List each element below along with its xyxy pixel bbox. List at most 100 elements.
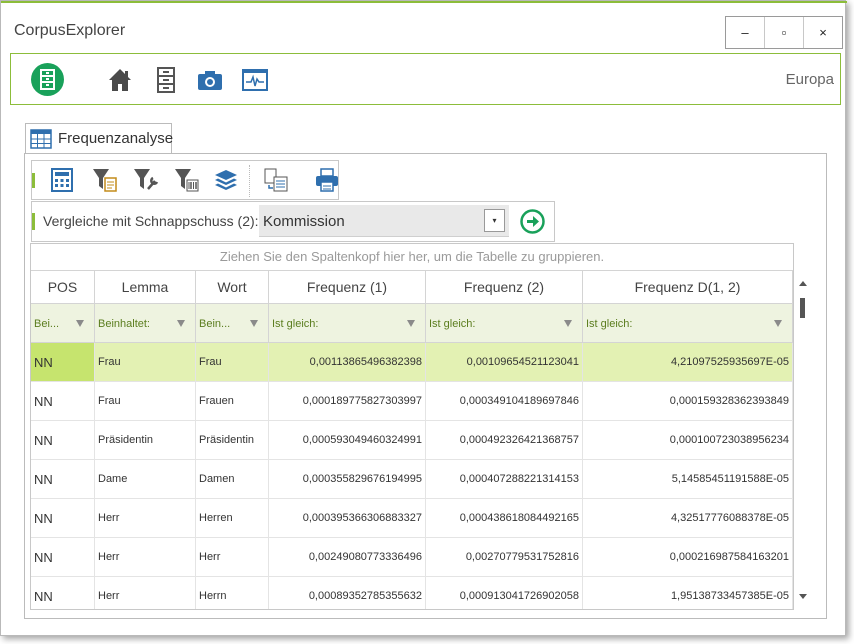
table-row[interactable]: NN Herr Herr 0,00249080773336496 0,00270… (31, 538, 793, 577)
cell-frequenz-d[interactable]: 1,95138733457385E-05 (583, 577, 793, 609)
cell-frequenz-1[interactable]: 0,00113865496382398 (269, 343, 426, 382)
filter-cell-frequenz-d[interactable]: Ist gleich: (583, 304, 793, 343)
group-drop-hint: Ziehen Sie den Spaltenkopf hier her, um … (219, 249, 605, 264)
toolbar-accent (32, 173, 35, 188)
cell-frequenz-d[interactable]: 0,000159328362393849 (583, 382, 793, 421)
corpus-name: Europa (785, 71, 834, 88)
layers-icon[interactable] (213, 167, 237, 193)
cell-wort[interactable]: Frau (196, 343, 269, 382)
monitor-icon[interactable] (242, 67, 268, 93)
cell-frequenz-2[interactable]: 0,00270779531752816 (426, 538, 583, 577)
cell-wort[interactable]: Herren (196, 499, 269, 538)
cell-pos[interactable]: NN (31, 460, 95, 499)
filter-clipboard-icon[interactable] (92, 167, 117, 193)
table-row[interactable]: NN Dame Damen 0,000355829676194995 0,000… (31, 460, 793, 499)
camera-icon[interactable] (197, 67, 223, 93)
scroll-down-icon[interactable] (799, 594, 807, 599)
filter-barcode-icon[interactable] (174, 167, 199, 193)
filter-cell-frequenz-2[interactable]: Ist gleich: (426, 304, 583, 343)
cell-frequenz-2[interactable]: 0,00109654521123041 (426, 343, 583, 382)
cell-frequenz-1[interactable]: 0,00089352785355632 (269, 577, 426, 609)
filter-cell-lemma[interactable]: Beinhaltet: (95, 304, 196, 343)
column-header-wort[interactable]: Wort (196, 270, 269, 304)
filter-funnel-icon[interactable] (407, 320, 415, 327)
filter-funnel-icon[interactable] (76, 320, 84, 327)
cell-frequenz-1[interactable]: 0,000593049460324991 (269, 421, 426, 460)
filter-cell-wort[interactable]: Bein... (196, 304, 269, 343)
calculator-icon[interactable] (50, 167, 74, 193)
cell-frequenz-d[interactable]: 0,000100723038956234 (583, 421, 793, 460)
cell-frequenz-2[interactable]: 0,000492326421368757 (426, 421, 583, 460)
maximize-button[interactable]: ▫ (764, 17, 803, 48)
table-row[interactable]: NN Herr Herren 0,000395366306883327 0,00… (31, 499, 793, 538)
filter-cell-pos[interactable]: Bei... (31, 304, 95, 343)
column-header-frequenz-2[interactable]: Frequenz (2) (426, 270, 583, 304)
column-header-lemma[interactable]: Lemma (95, 270, 196, 304)
cell-pos[interactable]: NN (31, 577, 95, 609)
scroll-up-icon[interactable] (799, 281, 807, 286)
print-icon[interactable] (314, 167, 338, 193)
snapshot-select[interactable]: Kommission ▾ (259, 205, 509, 237)
export-copy-icon[interactable] (263, 167, 288, 193)
filter-funnel-icon[interactable] (250, 320, 258, 327)
cell-frequenz-d[interactable]: 4,21097525935697E-05 (583, 343, 793, 382)
cell-pos[interactable]: NN (31, 382, 95, 421)
cell-lemma[interactable]: Herr (95, 499, 196, 538)
cell-lemma[interactable]: Frau (95, 382, 196, 421)
column-header-pos[interactable]: POS (31, 270, 95, 304)
frequency-table: Ziehen Sie den Spaltenkopf hier her, um … (30, 243, 794, 610)
filter-funnel-icon[interactable] (564, 320, 572, 327)
cell-pos[interactable]: NN (31, 499, 95, 538)
chevron-down-icon[interactable]: ▾ (484, 209, 505, 232)
close-button[interactable]: × (803, 17, 842, 48)
column-header-frequenz-d[interactable]: Frequenz D(1, 2) (583, 270, 793, 304)
table-row[interactable]: NN Frau Frauen 0,000189775827303997 0,00… (31, 382, 793, 421)
cell-pos[interactable]: NN (31, 421, 95, 460)
filter-funnel-icon[interactable] (177, 320, 185, 327)
table-row[interactable]: NN Frau Frau 0,00113865496382398 0,00109… (31, 343, 793, 382)
title-accent-bar (1, 1, 847, 3)
window-controls: – ▫ × (725, 16, 843, 49)
filter-operator: Bein... (199, 318, 231, 330)
cell-frequenz-d[interactable]: 4,32517776088378E-05 (583, 499, 793, 538)
minimize-button[interactable]: – (726, 17, 764, 48)
cabinet-icon[interactable] (153, 67, 179, 93)
table-row[interactable]: NN Präsidentin Präsidentin 0,00059304946… (31, 421, 793, 460)
scrollbar-thumb[interactable] (800, 298, 805, 318)
app-logo-icon[interactable] (31, 63, 64, 96)
cell-frequenz-1[interactable]: 0,000189775827303997 (269, 382, 426, 421)
cell-wort[interactable]: Frauen (196, 382, 269, 421)
column-header-frequenz-1[interactable]: Frequenz (1) (269, 270, 426, 304)
home-icon[interactable] (107, 67, 133, 93)
cell-pos[interactable]: NN (31, 343, 95, 382)
table-row[interactable]: NN Herr Herrn 0,00089352785355632 0,0009… (31, 577, 793, 609)
arrow-right-circle-icon[interactable] (520, 209, 545, 234)
cell-wort[interactable]: Herr (196, 538, 269, 577)
vertical-scrollbar[interactable] (794, 276, 812, 610)
cell-frequenz-2[interactable]: 0,000913041726902058 (426, 577, 583, 609)
cell-lemma[interactable]: Frau (95, 343, 196, 382)
cell-wort[interactable]: Herrn (196, 577, 269, 609)
cell-frequenz-1[interactable]: 0,000395366306883327 (269, 499, 426, 538)
cell-frequenz-1[interactable]: 0,00249080773336496 (269, 538, 426, 577)
tab-frequenzanalyse[interactable]: Frequenzanalyse (25, 123, 173, 153)
cell-lemma[interactable]: Präsidentin (95, 421, 196, 460)
cell-wort[interactable]: Präsidentin (196, 421, 269, 460)
cell-frequenz-d[interactable]: 0,000216987584163201 (583, 538, 793, 577)
cell-frequenz-2[interactable]: 0,000407288221314153 (426, 460, 583, 499)
cell-frequenz-d[interactable]: 5,14585451191588E-05 (583, 460, 793, 499)
cell-frequenz-2[interactable]: 0,000349104189697846 (426, 382, 583, 421)
filter-cell-frequenz-1[interactable]: Ist gleich: (269, 304, 426, 343)
filter-tools-icon[interactable] (133, 167, 159, 193)
cell-lemma[interactable]: Dame (95, 460, 196, 499)
table-icon (30, 128, 52, 149)
cell-pos[interactable]: NN (31, 538, 95, 577)
cell-lemma[interactable]: Herr (95, 538, 196, 577)
cell-frequenz-2[interactable]: 0,000438618084492165 (426, 499, 583, 538)
cell-frequenz-1[interactable]: 0,000355829676194995 (269, 460, 426, 499)
cell-wort[interactable]: Damen (196, 460, 269, 499)
cell-lemma[interactable]: Herr (95, 577, 196, 609)
filter-funnel-icon[interactable] (774, 320, 782, 327)
snapshot-select-value: Kommission (263, 213, 345, 230)
filter-operator: Bei... (34, 318, 60, 330)
